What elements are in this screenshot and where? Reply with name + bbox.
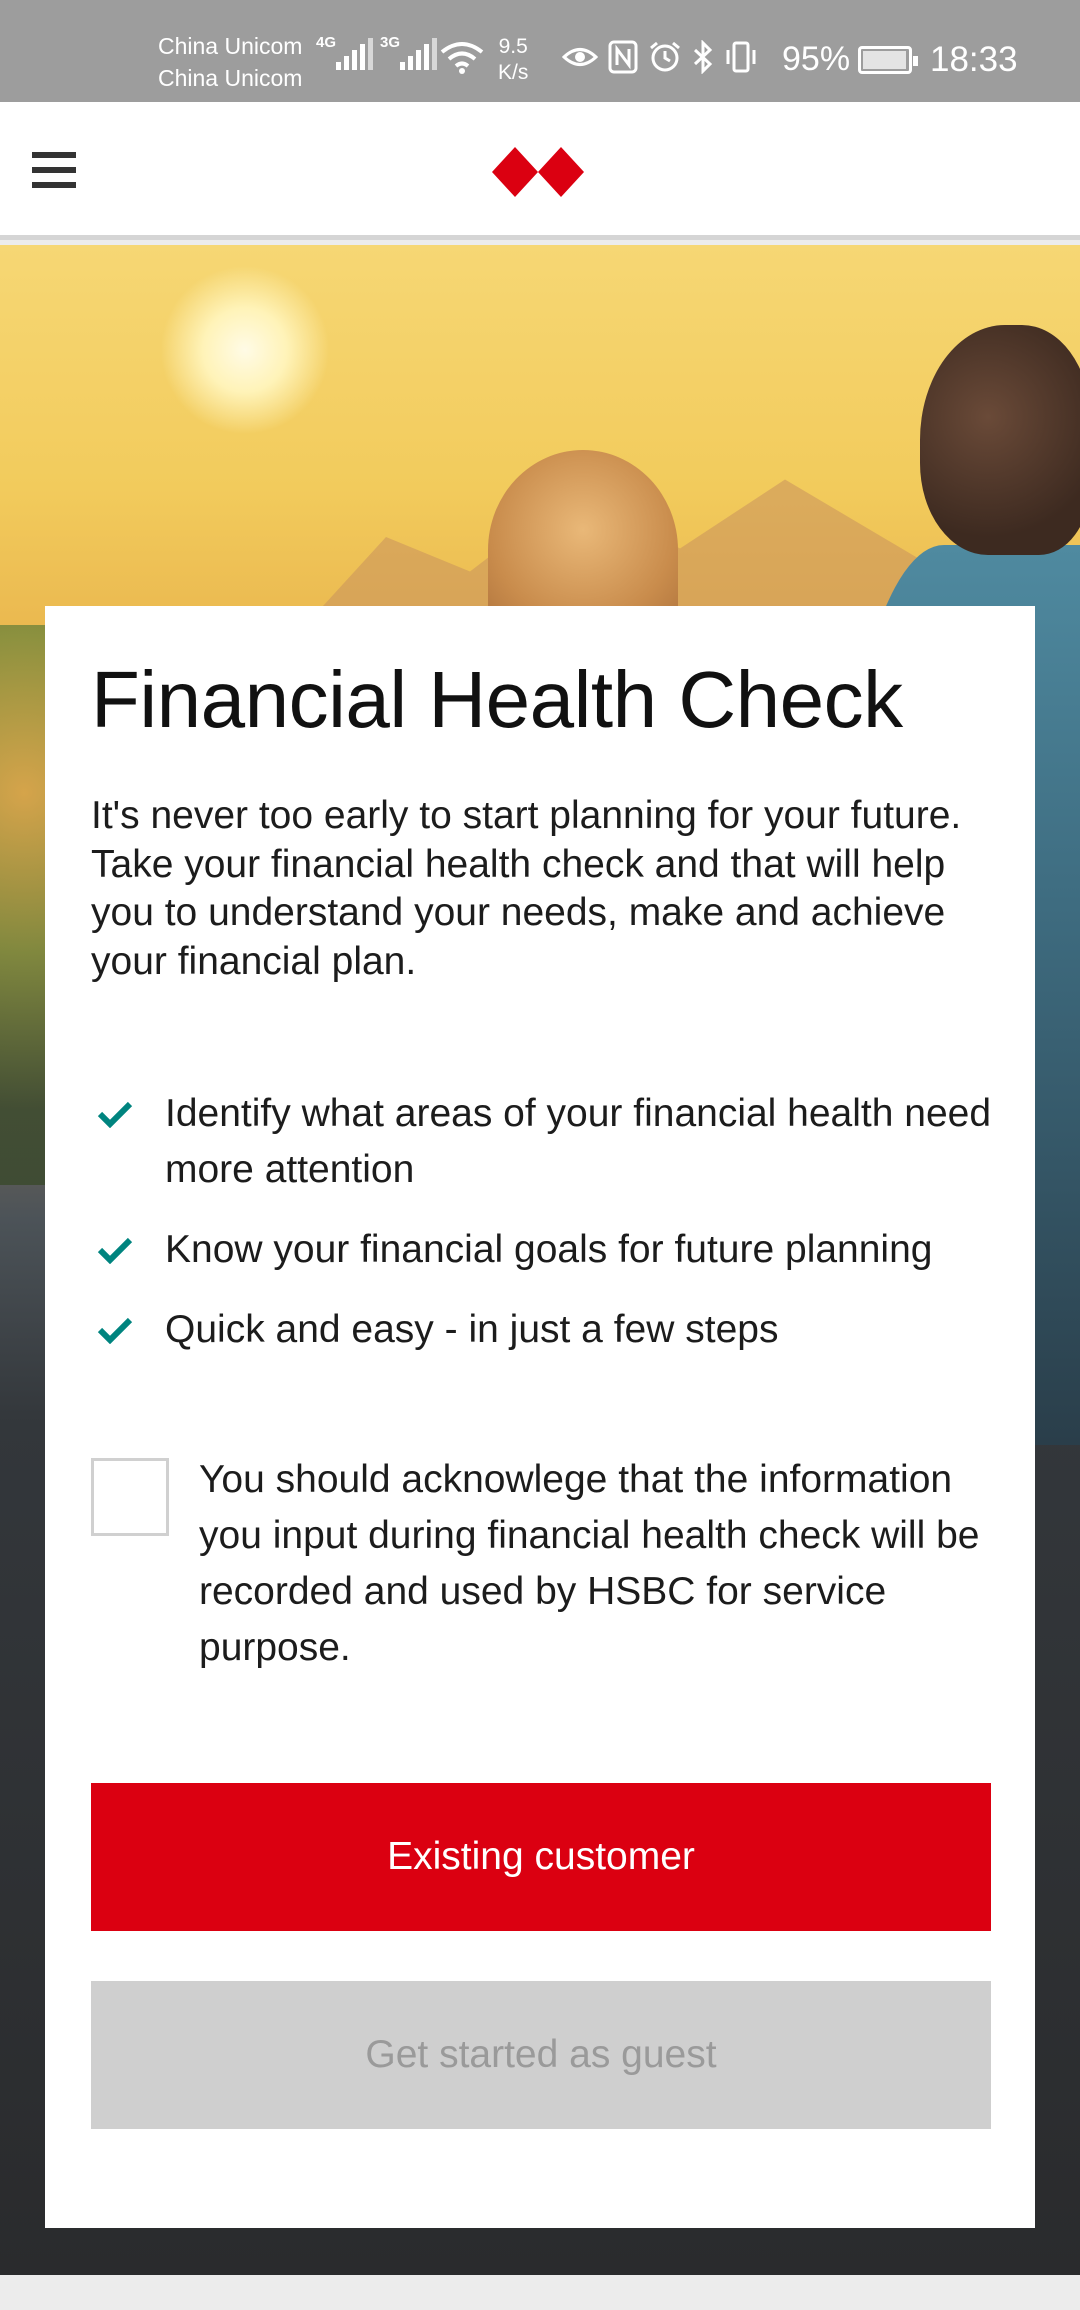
speed-unit: K/s <box>498 61 529 84</box>
check-icon <box>97 1101 133 1128</box>
wifi-icon <box>440 42 484 74</box>
benefit-item: Identify what areas of your financial he… <box>91 1086 1001 1198</box>
acknowledgement-text: You should acknowlege that the informati… <box>199 1458 980 1669</box>
network-type-1: 4G <box>316 34 337 51</box>
guest-start-button[interactable]: Get started as guest <box>91 1981 991 2129</box>
benefit-text: Know your financial goals for future pla… <box>165 1228 933 1271</box>
status-icons <box>562 40 758 74</box>
carrier-labels: China Unicom China Unicom <box>158 30 302 94</box>
sun-glow <box>160 265 330 435</box>
vibrate-icon <box>726 41 756 73</box>
signal-1-icon: 4G <box>316 34 373 70</box>
status-bar: China Unicom China Unicom 4G 3G 9.5 K/s <box>0 0 1080 102</box>
network-speed: 9.5 K/s <box>498 34 528 86</box>
speed-value: 9.5 <box>498 35 528 58</box>
hamburger-icon[interactable] <box>32 152 76 188</box>
benefit-item: Know your financial goals for future pla… <box>91 1222 1001 1278</box>
carrier-1: China Unicom <box>158 33 303 59</box>
benefit-text: Quick and easy - in just a few steps <box>165 1308 779 1351</box>
hsbc-logo[interactable] <box>492 147 584 197</box>
eye-icon <box>562 48 598 66</box>
benefit-text: Identify what areas of your financial he… <box>165 1092 992 1191</box>
intro-text: It's never too early to start planning f… <box>91 794 962 983</box>
check-icon <box>97 1237 133 1264</box>
nfc-icon <box>608 40 638 74</box>
signal-2-icon: 3G <box>380 34 437 70</box>
person-man-head <box>920 325 1080 555</box>
benefits-list: Identify what areas of your financial he… <box>91 1086 1001 1382</box>
alarm-icon <box>650 41 680 72</box>
battery-icon <box>858 46 918 74</box>
battery-percent: 95% <box>782 40 851 78</box>
existing-customer-button[interactable]: Existing customer <box>91 1783 991 1931</box>
carrier-2: China Unicom <box>158 65 303 91</box>
check-icon <box>97 1317 133 1344</box>
app-header <box>0 102 1080 240</box>
page-title: Financial Health Check <box>91 655 903 744</box>
network-type-2: 3G <box>380 34 401 51</box>
bluetooth-icon <box>693 40 713 74</box>
health-check-card: Financial Health Check It's never too ea… <box>45 606 1035 2228</box>
benefit-item: Quick and easy - in just a few steps <box>91 1302 1001 1358</box>
acknowledgement-checkbox[interactable] <box>91 1458 169 1536</box>
clock: 18:33 <box>930 40 1018 79</box>
